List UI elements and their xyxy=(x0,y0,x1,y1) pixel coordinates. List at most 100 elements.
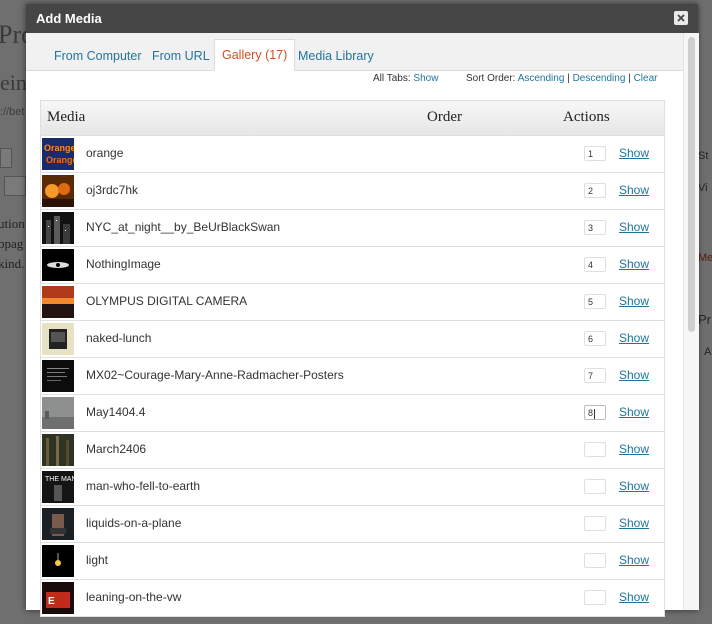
media-thumbnail: Orange Orange xyxy=(42,138,74,170)
show-link[interactable]: Show xyxy=(619,590,649,604)
show-link[interactable]: Show xyxy=(619,405,649,419)
header-order: Order xyxy=(427,109,462,125)
order-value: 7 xyxy=(588,371,594,381)
order-input[interactable]: 8 xyxy=(584,405,606,420)
table-row: liquids-on-a-plane Show xyxy=(41,506,664,543)
bg-url-fragment: ://bet xyxy=(0,106,25,118)
tab-gallery[interactable]: Gallery (17) xyxy=(214,39,296,71)
media-thumbnail xyxy=(42,286,74,318)
bg-toolbar-icon xyxy=(0,148,12,168)
media-thumbnail xyxy=(42,508,74,540)
header-media: Media xyxy=(47,109,86,125)
media-title: man-who-fell-to-earth xyxy=(86,479,201,493)
media-title: NothingImage xyxy=(86,257,161,271)
media-title: light xyxy=(86,553,109,567)
gallery-table: Media Order Actions Orange Orange orange 1 S… xyxy=(40,100,665,617)
table-row: light Show xyxy=(41,543,664,580)
tab-media-library[interactable]: Media Library xyxy=(291,43,381,70)
order-input[interactable]: 5 xyxy=(584,294,606,309)
order-input[interactable] xyxy=(584,516,606,531)
table-row: March2406 Show xyxy=(41,432,664,469)
order-value: 8 xyxy=(588,408,594,418)
show-link[interactable]: Show xyxy=(619,331,649,345)
bg-right-fragment-4: Pr xyxy=(698,312,711,327)
close-x-icon xyxy=(677,14,685,22)
order-input[interactable]: 4 xyxy=(584,257,606,272)
table-row: oj3rdc7hk 2 Show xyxy=(41,173,664,210)
table-row: OLYMPUS DIGITAL CAMERA 5 Show xyxy=(41,284,664,321)
show-link[interactable]: Show xyxy=(619,257,649,271)
add-media-dialog: Add Media From Computer From URL Gallery… xyxy=(26,4,699,617)
tab-from-computer[interactable]: From Computer xyxy=(47,43,149,70)
dialog-titlebar: Add Media xyxy=(26,4,698,33)
media-title: March2406 xyxy=(86,442,147,456)
close-button[interactable] xyxy=(674,11,688,25)
order-input[interactable]: 1 xyxy=(584,146,606,161)
svg-text:Orange: Orange xyxy=(44,143,74,153)
media-thumbnail xyxy=(42,360,74,392)
show-link[interactable]: Show xyxy=(619,294,649,308)
media-title: May1404.4 xyxy=(86,405,146,419)
order-input[interactable]: 7 xyxy=(584,368,606,383)
media-thumbnail xyxy=(42,323,74,355)
svg-text:THE MAN: THE MAN xyxy=(45,476,74,483)
show-link[interactable]: Show xyxy=(619,442,649,456)
order-input[interactable]: 2 xyxy=(584,183,606,198)
show-link[interactable]: Show xyxy=(619,516,649,530)
media-thumbnail xyxy=(42,434,74,466)
sort-clear-link[interactable]: Clear xyxy=(634,73,658,84)
dialog-scrollbar[interactable] xyxy=(683,33,699,610)
bg-right-fragment-1: St xyxy=(698,150,709,162)
order-input[interactable] xyxy=(584,553,606,568)
media-title: orange xyxy=(86,146,124,160)
table-row: NYC_at_night__by_BeUrBlackSwan 3 Show xyxy=(41,210,664,247)
order-value: 3 xyxy=(588,223,594,233)
table-body: OrangeOrangeorange1Showoj3rdc7hk2ShowNYC… xyxy=(41,136,664,617)
tab-from-url[interactable]: From URL xyxy=(145,43,217,70)
bg-right-fragment-5: A xyxy=(704,346,712,358)
bg-text-line-3: kind. xyxy=(0,256,25,271)
show-link[interactable]: Show xyxy=(619,220,649,234)
sort-ascending-link[interactable]: Ascending xyxy=(518,73,565,84)
bg-right-fragment-3: Me xyxy=(698,252,712,264)
order-input[interactable]: 6 xyxy=(584,331,606,346)
media-thumbnail xyxy=(42,545,74,577)
order-input[interactable]: 3 xyxy=(584,220,606,235)
table-row: MX02~Courage-Mary-Anne-Radmacher-Posters… xyxy=(41,358,664,395)
table-row: THE MAN man-who-fell-to-earth Show xyxy=(41,469,664,506)
media-thumbnail: E xyxy=(42,582,74,614)
table-row: May1404.4 8 Show xyxy=(41,395,664,432)
scrollbar-thumb[interactable] xyxy=(688,37,695,332)
table-row: Eleaning-on-the-vw Show xyxy=(41,580,664,617)
all-tabs-label: All Tabs: xyxy=(373,73,411,84)
media-thumbnail: THE MAN xyxy=(42,471,74,503)
media-title: naked-lunch xyxy=(86,331,152,345)
all-tabs-show-link[interactable]: Show xyxy=(413,73,438,84)
show-link[interactable]: Show xyxy=(619,146,649,160)
bg-list-icon xyxy=(4,176,26,196)
media-title: MX02~Courage-Mary-Anne-Radmacher-Posters xyxy=(86,368,344,382)
show-link[interactable]: Show xyxy=(619,368,649,382)
sort-separator: | xyxy=(567,73,570,84)
media-thumbnail xyxy=(42,212,74,244)
table-row: naked-lunch 6 Show xyxy=(41,321,664,358)
order-input[interactable] xyxy=(584,442,606,457)
sort-descending-link[interactable]: Descending xyxy=(573,73,626,84)
media-thumbnail xyxy=(42,397,74,429)
order-value: 1 xyxy=(588,149,594,159)
media-thumbnail xyxy=(42,249,74,281)
show-link[interactable]: Show xyxy=(619,183,649,197)
bg-text-line-1: ution xyxy=(0,216,25,231)
order-input[interactable] xyxy=(584,590,606,605)
table-header: Media Order Actions xyxy=(41,101,664,136)
order-value: 6 xyxy=(588,334,594,344)
order-input[interactable] xyxy=(584,479,606,494)
order-value: 5 xyxy=(588,297,594,307)
bg-text-line-2: bpag xyxy=(0,236,24,251)
media-title: leaning-on-the-vw xyxy=(86,590,182,604)
show-link[interactable]: Show xyxy=(619,479,649,493)
dialog-title: Add Media xyxy=(36,11,102,26)
order-value: 4 xyxy=(588,260,594,270)
table-row: NothingImage 4 Show xyxy=(41,247,664,284)
show-link[interactable]: Show xyxy=(619,553,649,567)
